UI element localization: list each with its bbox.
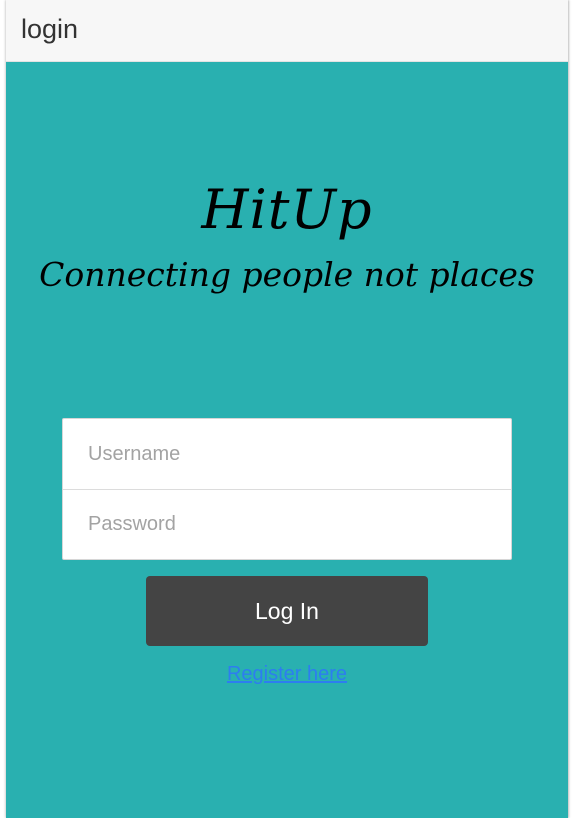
app-name: HitUp bbox=[201, 178, 373, 241]
page-title: login bbox=[21, 14, 79, 44]
login-button[interactable]: Log In bbox=[146, 576, 428, 646]
password-input[interactable] bbox=[63, 489, 511, 559]
app-container: login HitUp Connecting people not places… bbox=[6, 0, 568, 818]
login-form bbox=[62, 418, 512, 560]
nav-header: login bbox=[6, 0, 568, 62]
app-tagline: Connecting people not places bbox=[39, 255, 535, 294]
register-link[interactable]: Register here bbox=[227, 663, 347, 685]
register-link-container: Register here bbox=[6, 663, 568, 686]
username-input[interactable] bbox=[63, 419, 511, 489]
